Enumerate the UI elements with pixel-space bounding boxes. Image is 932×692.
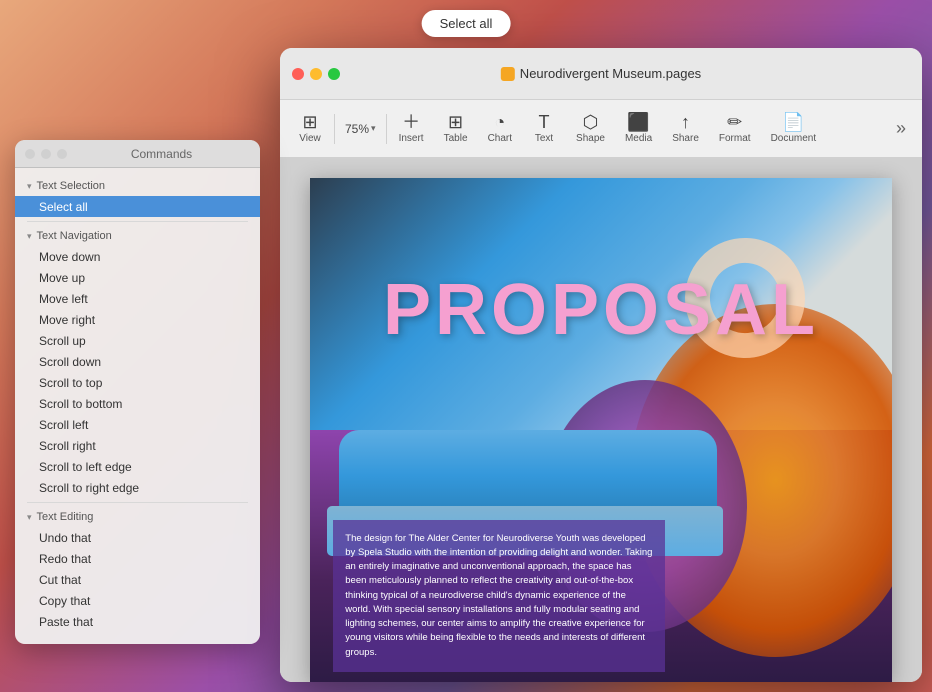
- toolbar-media[interactable]: ⬛ Media: [615, 109, 662, 148]
- cmd-item-move-right[interactable]: Move right: [15, 309, 260, 330]
- table-label: Table: [444, 133, 468, 144]
- cmd-item-scroll-to-top[interactable]: Scroll to top: [15, 372, 260, 393]
- cmd-item-move-up[interactable]: Move up: [15, 267, 260, 288]
- toolbar-insert[interactable]: ＋ Insert: [389, 109, 434, 148]
- toolbar-shape[interactable]: ⬡ Shape: [566, 109, 615, 148]
- cmd-item-scroll-to-left-edge[interactable]: Scroll to left edge: [15, 456, 260, 477]
- commands-panel-title: Commands: [131, 147, 192, 161]
- toolbar-divider-2: [386, 114, 387, 144]
- cmd-item-paste-that[interactable]: Paste that: [15, 611, 260, 632]
- select-all-button[interactable]: Select all: [422, 10, 511, 37]
- cmd-item-move-down[interactable]: Move down: [15, 246, 260, 267]
- cmd-section-text-selection: ▾ Text Selection Select all: [15, 176, 260, 217]
- cmd-divider-1: [27, 221, 248, 222]
- traffic-lights: [292, 68, 340, 80]
- cmd-item-copy-that[interactable]: Copy that: [15, 590, 260, 611]
- toolbar-chart[interactable]: ◔ Chart: [478, 109, 522, 148]
- cmd-item-scroll-up[interactable]: Scroll up: [15, 330, 260, 351]
- cmd-item-scroll-down[interactable]: Scroll down: [15, 351, 260, 372]
- format-icon: ✏: [727, 113, 742, 131]
- commands-titlebar: Commands: [15, 140, 260, 168]
- window-title-text: Neurodivergent Museum.pages: [520, 66, 701, 81]
- cmd-section-text-editing: ▾ Text Editing Undo that Redo that Cut t…: [15, 507, 260, 632]
- window-titlebar: Neurodivergent Museum.pages: [280, 48, 922, 100]
- commands-content: ▾ Text Selection Select all ▾ Text Navig…: [15, 168, 260, 644]
- insert-icon: ＋: [402, 113, 420, 131]
- cmd-minimize-button[interactable]: [41, 149, 51, 159]
- shape-label: Shape: [576, 133, 605, 144]
- document-label: Document: [771, 133, 817, 144]
- zoom-chevron-icon: ▾: [371, 123, 376, 134]
- share-icon: ↑: [681, 113, 690, 131]
- share-label: Share: [672, 133, 699, 144]
- cmd-divider-2: [27, 502, 248, 503]
- cmd-item-scroll-left[interactable]: Scroll left: [15, 414, 260, 435]
- toolbar-zoom[interactable]: 75% ▾: [337, 118, 384, 140]
- toolbar: ⊞ View 75% ▾ ＋ Insert ⊞ Table ◔ Chart T …: [280, 100, 922, 158]
- section-arrow-editing-icon: ▾: [27, 512, 32, 523]
- cmd-item-scroll-to-bottom[interactable]: Scroll to bottom: [15, 393, 260, 414]
- toolbar-table[interactable]: ⊞ Table: [434, 109, 478, 148]
- view-label: View: [299, 133, 321, 144]
- toolbar-more-button[interactable]: »: [888, 114, 914, 143]
- document-icon: 📄: [782, 113, 804, 131]
- pages-app-icon: [501, 67, 515, 81]
- chart-label: Chart: [488, 133, 512, 144]
- cmd-item-move-left[interactable]: Move left: [15, 288, 260, 309]
- media-label: Media: [625, 133, 652, 144]
- view-icon: ⊞: [302, 113, 317, 131]
- body-text: The design for The Alder Center for Neur…: [333, 520, 665, 672]
- cmd-item-scroll-to-right-edge[interactable]: Scroll to right edge: [15, 477, 260, 498]
- section-arrow-navigation-icon: ▾: [27, 231, 32, 242]
- cmd-section-header-navigation: ▾ Text Navigation: [15, 226, 260, 246]
- cmd-maximize-button[interactable]: [57, 149, 67, 159]
- text-label: Text: [535, 133, 553, 144]
- cmd-item-scroll-right[interactable]: Scroll right: [15, 435, 260, 456]
- insert-label: Insert: [399, 133, 424, 144]
- text-icon: T: [539, 113, 550, 131]
- commands-panel: Commands ▾ Text Selection Select all ▾ T…: [15, 140, 260, 644]
- minimize-button[interactable]: [310, 68, 322, 80]
- document-area: PROPOSAL The design for The Alder Center…: [280, 158, 922, 682]
- cmd-item-redo-that[interactable]: Redo that: [15, 548, 260, 569]
- toolbar-share[interactable]: ↑ Share: [662, 109, 709, 148]
- cmd-item-cut-that[interactable]: Cut that: [15, 569, 260, 590]
- cmd-close-button[interactable]: [25, 149, 35, 159]
- toolbar-text[interactable]: T Text: [522, 109, 566, 148]
- cmd-item-undo-that[interactable]: Undo that: [15, 527, 260, 548]
- close-button[interactable]: [292, 68, 304, 80]
- chart-icon: ◔: [494, 113, 505, 131]
- toolbar-document[interactable]: 📄 Document: [761, 109, 827, 148]
- section-label-selection: Text Selection: [37, 180, 105, 192]
- maximize-button[interactable]: [328, 68, 340, 80]
- toolbar-format[interactable]: ✏ Format: [709, 109, 761, 148]
- window-title: Neurodivergent Museum.pages: [501, 66, 701, 81]
- toolbar-view[interactable]: ⊞ View: [288, 109, 332, 148]
- cmd-section-text-navigation: ▾ Text Navigation Move down Move up Move…: [15, 226, 260, 498]
- format-label: Format: [719, 133, 751, 144]
- section-label-navigation: Text Navigation: [37, 230, 112, 242]
- toolbar-divider-1: [334, 114, 335, 144]
- body-text-content: The design for The Alder Center for Neur…: [345, 533, 652, 658]
- cmd-section-header-selection: ▾ Text Selection: [15, 176, 260, 196]
- section-arrow-selection-icon: ▾: [27, 181, 32, 192]
- cmd-section-header-editing: ▾ Text Editing: [15, 507, 260, 527]
- section-label-editing: Text Editing: [37, 511, 94, 523]
- cmd-item-select-all[interactable]: Select all: [15, 196, 260, 217]
- table-icon: ⊞: [448, 113, 463, 131]
- proposal-heading: PROPOSAL: [383, 269, 819, 351]
- zoom-value: 75%: [345, 122, 369, 136]
- page-background: PROPOSAL The design for The Alder Center…: [310, 178, 892, 682]
- shape-icon: ⬡: [583, 113, 599, 131]
- media-icon: ⬛: [627, 113, 649, 131]
- pages-window: Neurodivergent Museum.pages ⊞ View 75% ▾…: [280, 48, 922, 682]
- page-container: PROPOSAL The design for The Alder Center…: [310, 178, 892, 682]
